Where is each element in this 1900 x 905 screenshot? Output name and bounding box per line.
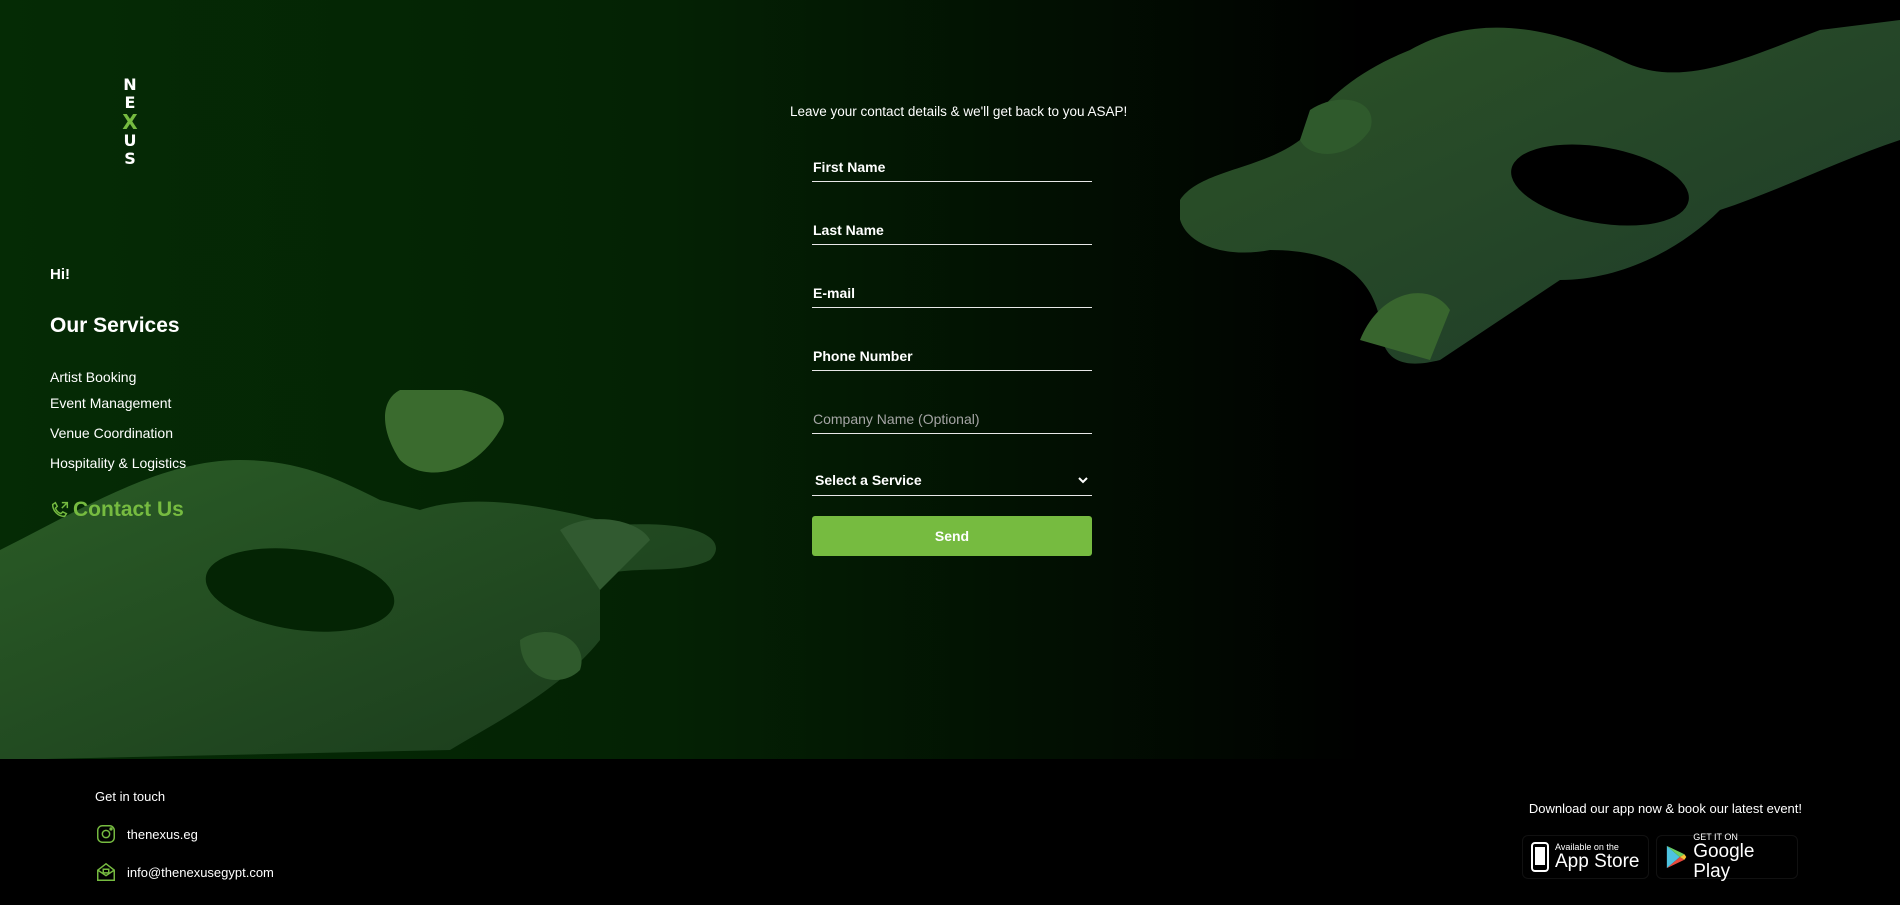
logo-letter: S bbox=[124, 149, 136, 168]
phone-input[interactable] bbox=[812, 341, 1092, 370]
last-name-field bbox=[812, 215, 1092, 245]
footer: Get in touch thenexus.eg info@thenexuseg… bbox=[0, 759, 1900, 905]
get-in-touch-label: Get in touch bbox=[95, 789, 166, 804]
company-field bbox=[812, 404, 1092, 434]
service-item-artist-booking[interactable]: Artist Booking bbox=[50, 370, 136, 385]
contact-us-label: Contact Us bbox=[73, 498, 184, 521]
logo-letter: N bbox=[123, 75, 137, 94]
instagram-link[interactable]: thenexus.eg bbox=[95, 823, 198, 845]
left-hand-illustration bbox=[0, 390, 716, 759]
first-name-field bbox=[812, 152, 1092, 182]
company-input[interactable] bbox=[812, 404, 1092, 433]
greeting-text: Hi! bbox=[50, 266, 70, 283]
chevron-down-icon bbox=[1078, 476, 1088, 483]
email-link[interactable]: info@thenexusegypt.com bbox=[95, 861, 274, 883]
app-store-badge[interactable]: Available on the App Store bbox=[1522, 835, 1649, 879]
service-select-label: Select a Service bbox=[815, 471, 922, 488]
phone-contact-icon bbox=[51, 501, 69, 518]
last-name-input[interactable] bbox=[812, 215, 1092, 244]
email-input[interactable] bbox=[812, 278, 1092, 307]
mail-icon bbox=[95, 861, 117, 883]
hero-section: N E X U S Hi! Our Services Artist Bookin… bbox=[0, 0, 1900, 759]
service-item-event-management[interactable]: Event Management bbox=[50, 396, 171, 411]
phone-field bbox=[812, 341, 1092, 371]
contact-us-link[interactable]: Contact Us bbox=[49, 498, 184, 522]
send-button[interactable]: Send bbox=[812, 516, 1092, 556]
first-name-input[interactable] bbox=[812, 152, 1092, 181]
google-play-big-text: Google Play bbox=[1693, 841, 1755, 882]
right-hand-illustration bbox=[1180, 20, 1900, 364]
service-select[interactable]: Select a Service bbox=[812, 464, 1092, 496]
phone-device-icon bbox=[1531, 842, 1549, 872]
download-app-text: Download our app now & book our latest e… bbox=[1528, 801, 1802, 816]
email-address: info@thenexusegypt.com bbox=[127, 864, 274, 880]
service-item-venue-coordination[interactable]: Venue Coordination bbox=[50, 426, 173, 441]
instagram-handle: thenexus.eg bbox=[127, 826, 198, 842]
service-item-hospitality-logistics[interactable]: Hospitality & Logistics bbox=[50, 456, 186, 471]
google-play-badge[interactable]: GET IT ON Google Play bbox=[1656, 832, 1798, 882]
form-intro-text: Leave your contact details & we'll get b… bbox=[790, 104, 1128, 119]
logo-letter: X bbox=[122, 110, 138, 134]
app-store-big-text: App Store bbox=[1555, 851, 1640, 872]
logo-letter: U bbox=[123, 131, 137, 150]
instagram-icon bbox=[95, 823, 117, 845]
nexus-logo[interactable]: N E X U S bbox=[122, 76, 138, 168]
google-play-icon bbox=[1666, 845, 1687, 869]
email-field bbox=[812, 278, 1092, 308]
contact-form: Leave your contact details & we'll get b… bbox=[790, 102, 1128, 556]
services-title: Our Services bbox=[50, 314, 180, 337]
